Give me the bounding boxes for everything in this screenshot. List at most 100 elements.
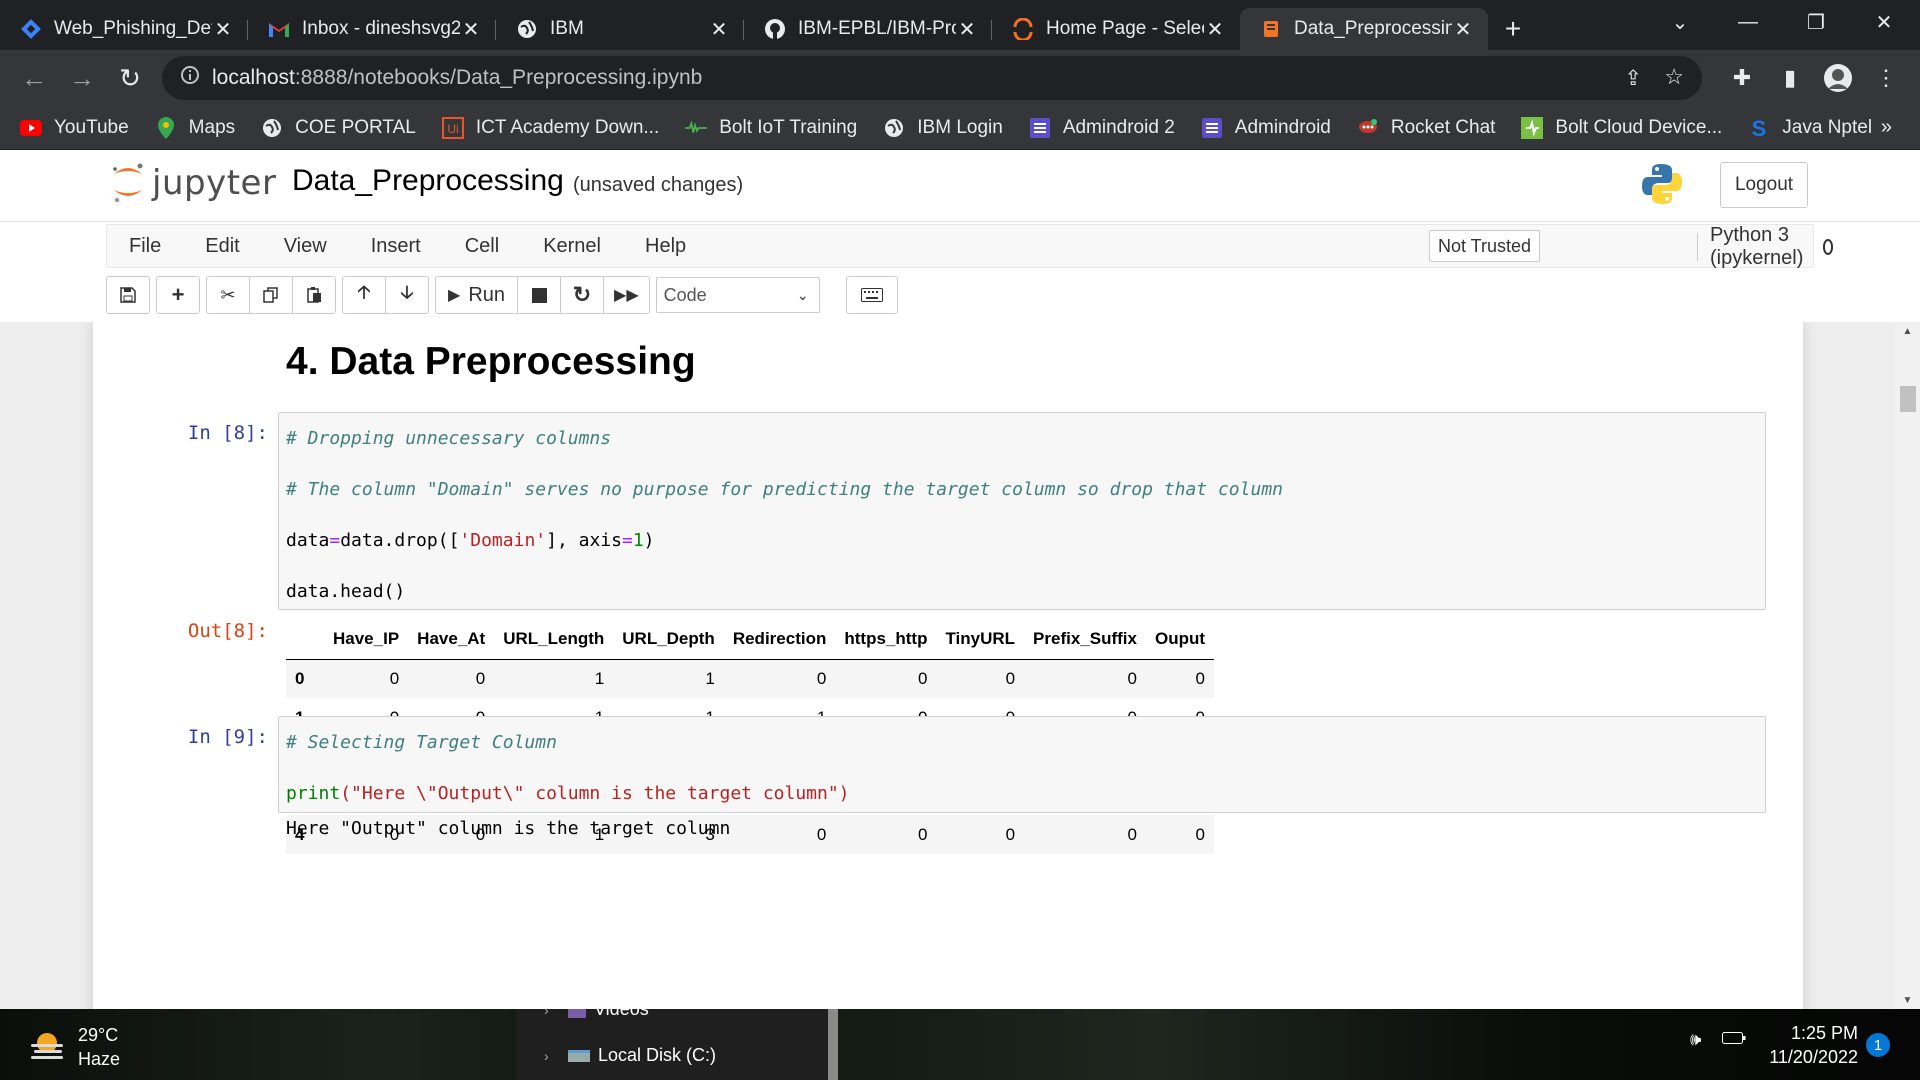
- browser-tab-active[interactable]: Data_Preprocessing ✕: [1240, 8, 1488, 50]
- restart-button[interactable]: ↻: [560, 276, 605, 314]
- address-bar[interactable]: localhost:8888/notebooks/Data_Preprocess…: [162, 56, 1702, 100]
- chevron-right-icon: ›: [544, 1047, 549, 1064]
- notebook-site: 4. Data Preprocessing In [8]: # Dropping…: [0, 322, 1920, 1009]
- jupyter-logo[interactable]: jupyter: [110, 160, 276, 206]
- table-cell: 1: [594, 668, 605, 688]
- table-cell: 0: [816, 668, 827, 688]
- bookmark-admindroid[interactable]: Admindroid: [1201, 117, 1331, 139]
- bookmark-admindroid-2[interactable]: Admindroid 2: [1029, 117, 1175, 139]
- output-prompt: Out[8]:: [187, 620, 268, 642]
- volume-icon[interactable]: 🕪: [1690, 1029, 1701, 1050]
- paste-button[interactable]: [292, 276, 336, 314]
- jump-list-scrollbar[interactable]: [828, 1009, 838, 1080]
- menu-cell[interactable]: Cell: [443, 235, 521, 258]
- close-icon[interactable]: ✕: [212, 17, 234, 42]
- menu-view[interactable]: View: [262, 235, 349, 258]
- browser-tab[interactable]: IBM ✕: [496, 8, 744, 50]
- notification-badge[interactable]: 1: [1866, 1033, 1890, 1057]
- window-close-icon[interactable]: ✕: [1852, 0, 1916, 44]
- python-logo-icon: [1640, 162, 1684, 211]
- page-scrollbar[interactable]: ▲ ▼: [1895, 322, 1920, 1009]
- reload-icon[interactable]: ↻: [106, 54, 154, 102]
- close-icon[interactable]: ✕: [1452, 17, 1474, 42]
- close-icon[interactable]: ✕: [956, 17, 978, 42]
- jupyter-logo-icon: [113, 163, 143, 203]
- browser-tab[interactable]: Home Page - Select ✕: [992, 8, 1240, 50]
- forward-icon[interactable]: →: [58, 54, 106, 102]
- bookmark-star-icon[interactable]: ☆: [1664, 64, 1684, 90]
- logout-button[interactable]: Logout: [1720, 162, 1808, 208]
- kernel-indicator[interactable]: Python 3 (ipykernel): [1697, 224, 1834, 269]
- notebook-name[interactable]: Data_Preprocessing: [292, 164, 564, 198]
- jump-list-item[interactable]: › Local Disk (C:): [544, 1045, 716, 1066]
- notebook-icon: [1260, 18, 1282, 40]
- cell-type-select[interactable]: Code ⌄: [655, 277, 820, 313]
- bookmark-bolt-cloud[interactable]: Bolt Cloud Device...: [1521, 116, 1722, 139]
- restart-run-all-button[interactable]: ▶▶: [603, 276, 650, 314]
- bookmark-coe-portal[interactable]: COE PORTAL: [261, 117, 416, 139]
- share-icon[interactable]: ⇪: [1624, 66, 1642, 91]
- new-tab-button[interactable]: +: [1488, 8, 1538, 50]
- profile-avatar[interactable]: [1816, 58, 1860, 98]
- cut-button[interactable]: ✂: [206, 276, 250, 314]
- close-icon[interactable]: ✕: [460, 17, 482, 42]
- scroll-down-icon[interactable]: ▼: [1895, 991, 1920, 1009]
- command-palette-button[interactable]: [845, 276, 898, 314]
- bookmark-maps[interactable]: Maps: [155, 116, 235, 139]
- table-cell: 1: [705, 668, 715, 688]
- jupyter-header: jupyter Data_Preprocessing (unsaved chan…: [0, 150, 1920, 222]
- bookmark-rocket-chat[interactable]: Rocket Chat: [1357, 117, 1495, 139]
- haze-weather-icon: [31, 1033, 63, 1059]
- scroll-up-icon[interactable]: ▲: [1895, 322, 1920, 340]
- extensions-icon[interactable]: ✚: [1720, 58, 1764, 98]
- minimize-icon[interactable]: —: [1716, 0, 1780, 44]
- browser-tab[interactable]: IBM-EPBL/IBM-Proj ✕: [744, 8, 992, 50]
- play-icon: ▶: [448, 287, 461, 304]
- menu-help[interactable]: Help: [623, 235, 708, 258]
- browser-tab[interactable]: Web_Phishing_Dete ✕: [0, 8, 248, 50]
- chevron-right-icon: ›: [544, 1009, 549, 1018]
- system-clock[interactable]: 1:25 PM 11/20/2022: [1748, 1021, 1858, 1069]
- restore-icon[interactable]: ❐: [1784, 0, 1848, 44]
- interrupt-button[interactable]: [517, 276, 562, 314]
- github-icon: [764, 18, 786, 40]
- jump-list-item[interactable]: › Videos: [544, 1009, 649, 1020]
- scrollbar-thumb[interactable]: [1900, 386, 1916, 412]
- battery-icon[interactable]: [1722, 1029, 1746, 1050]
- menu-edit[interactable]: Edit: [183, 235, 261, 258]
- run-button[interactable]: ▶ Run: [435, 276, 519, 314]
- bookmark-youtube[interactable]: YouTube: [20, 117, 129, 139]
- menu-file[interactable]: File: [107, 235, 183, 258]
- bookmark-bolt-iot[interactable]: Bolt IoT Training: [685, 117, 857, 139]
- save-button[interactable]: [106, 276, 150, 314]
- trust-button[interactable]: Not Trusted: [1429, 230, 1541, 262]
- row-index: 0: [295, 668, 305, 688]
- menu-kernel[interactable]: Kernel: [521, 235, 623, 258]
- menu-kebab-icon[interactable]: ⋮: [1864, 58, 1908, 98]
- globe-icon: [516, 18, 538, 40]
- bookmarks-overflow-icon[interactable]: »: [1881, 116, 1892, 139]
- back-icon[interactable]: ←: [10, 54, 58, 102]
- close-icon[interactable]: ✕: [708, 17, 730, 42]
- table-cell: 0: [1005, 824, 1016, 844]
- menu-insert[interactable]: Insert: [349, 235, 443, 258]
- move-up-button[interactable]: 🡡: [342, 276, 386, 314]
- insert-cell-button[interactable]: +: [156, 276, 200, 314]
- bookmark-java-nptel[interactable]: S Java Nptel: [1748, 117, 1872, 139]
- stop-icon: [531, 287, 547, 303]
- bookmark-ibm-login[interactable]: IBM Login: [883, 117, 1003, 139]
- code-cell-input[interactable]: # Dropping unnecessary columns # The col…: [278, 412, 1766, 610]
- copy-button[interactable]: [249, 276, 293, 314]
- site-info-icon[interactable]: [180, 65, 200, 91]
- side-panel-icon[interactable]: ▮: [1768, 58, 1812, 98]
- code-cell-input[interactable]: # Selecting Target Column print("Here \"…: [278, 716, 1766, 813]
- maps-icon: [155, 116, 177, 139]
- move-down-button[interactable]: 🡣: [385, 276, 429, 314]
- markdown-heading[interactable]: 4. Data Preprocessing: [286, 340, 696, 384]
- code-line: # The column "Domain" serves no purpose …: [286, 479, 1283, 500]
- bookmark-ict-academy[interactable]: Ui ICT Academy Down...: [441, 116, 659, 139]
- tab-search-icon[interactable]: ⌄: [1648, 0, 1712, 44]
- close-icon[interactable]: ✕: [1204, 17, 1226, 42]
- weather-widget[interactable]: 29°C Haze: [28, 1023, 120, 1071]
- browser-tab[interactable]: Inbox - dineshsvg2 ✕: [248, 8, 496, 50]
